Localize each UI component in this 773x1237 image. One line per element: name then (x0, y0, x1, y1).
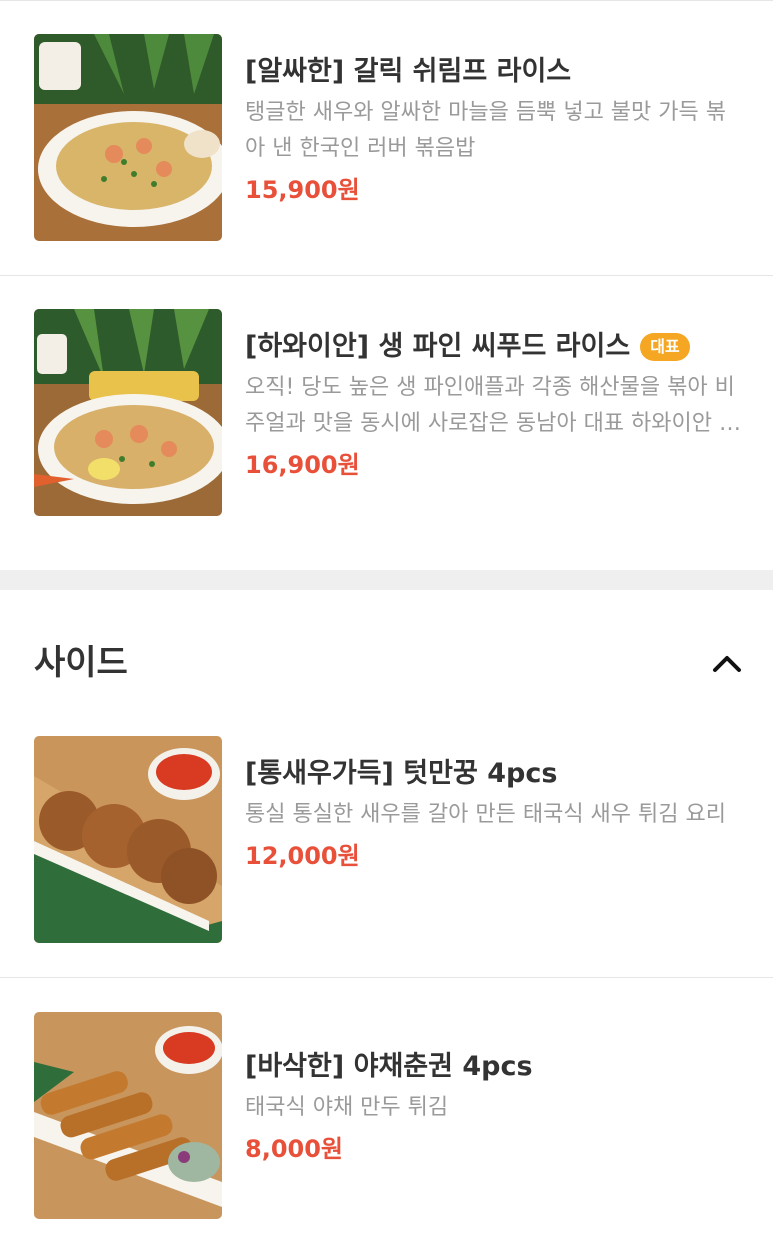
menu-item-info: [통새우가득] 텃만꿍 4pcs 통실 통실한 새우를 갈아 만든 태국식 새우… (245, 755, 743, 873)
menu-item-title: [알싸한] 갈릭 쉬림프 라이스 (245, 56, 572, 87)
menu-item-info: [바삭한] 야채춘권 4pcs 태국식 야채 만두 튀김 8,000원 (245, 1048, 743, 1166)
menu-item-pineapple-seafood-rice[interactable]: [하와이안] 생 파인 씨푸드 라이스 대표 오직! 당도 높은 생 파인애플과… (0, 276, 773, 570)
menu-item-shrimp-cake[interactable]: [통새우가득] 텃만꿍 4pcs 통실 통실한 새우를 갈아 만든 태국식 새우… (0, 703, 773, 977)
chevron-up-icon[interactable] (711, 648, 743, 680)
menu-item-description: 오직! 당도 높은 생 파인애플과 각종 해산물을 볶아 비주얼과 맛을 동시에… (245, 375, 740, 436)
pineapple-seafood-rice-photo (34, 309, 222, 516)
spring-roll-photo (34, 1012, 222, 1219)
menu-item-price: 8,000원 (245, 1135, 343, 1163)
menu-item-title: [하와이안] 생 파인 씨푸드 라이스 대표 (245, 328, 743, 366)
menu-item-price: 15,900원 (245, 176, 360, 204)
section-separator (0, 570, 773, 590)
section-title: 사이드 (34, 643, 128, 683)
signature-badge: 대표 (640, 333, 690, 361)
menu-item-title: [바삭한] 야채춘권 4pcs (245, 1051, 533, 1082)
menu-item-title: [통새우가득] 텃만꿍 4pcs (245, 758, 558, 789)
menu-item-info: [알싸한] 갈릭 쉬림프 라이스 탱글한 새우와 알싸한 마늘을 듬뿍 넣고 불… (245, 53, 743, 207)
menu-item-description: 통실 통실한 새우를 갈아 만든 태국식 새우 튀김 요리 (245, 802, 726, 827)
shrimp-cake-photo (34, 736, 222, 943)
menu-item-description: 태국식 야채 만두 튀김 (245, 1095, 449, 1120)
menu-item-spring-roll[interactable]: [바삭한] 야채춘권 4pcs 태국식 야채 만두 튀김 8,000원 (0, 978, 773, 1237)
menu-item-price: 16,900원 (245, 451, 360, 479)
menu-item-description: 탱글한 새우와 알싸한 마늘을 듬뿍 넣고 불맛 가득 볶아 낸 한국인 러버 … (245, 100, 726, 161)
menu-item-price: 12,000원 (245, 842, 360, 870)
garlic-shrimp-rice-photo (34, 34, 222, 241)
menu-item-garlic-shrimp-rice[interactable]: [알싸한] 갈릭 쉬림프 라이스 탱글한 새우와 알싸한 마늘을 듬뿍 넣고 불… (0, 1, 773, 275)
menu-item-info: [하와이안] 생 파인 씨푸드 라이스 대표 오직! 당도 높은 생 파인애플과… (245, 328, 743, 482)
